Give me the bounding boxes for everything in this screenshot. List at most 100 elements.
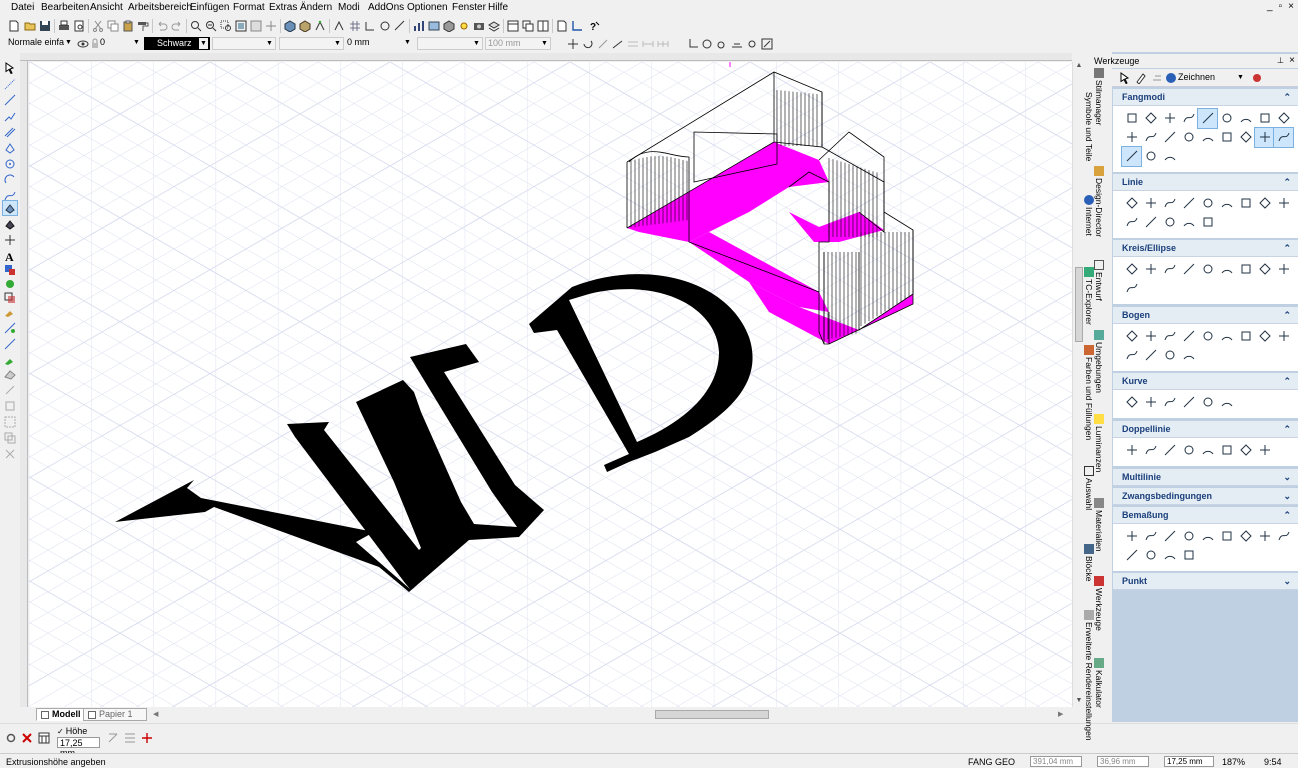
circle-tool-6-icon[interactable]: [1217, 260, 1236, 279]
arc-tool-12-icon[interactable]: [1160, 346, 1179, 365]
curve-tool-1-icon[interactable]: [1122, 393, 1141, 412]
redraw-icon[interactable]: [249, 19, 263, 33]
circle-tool-icon[interactable]: [3, 157, 17, 171]
dimension-tool-12-icon[interactable]: [1160, 546, 1179, 565]
double-line-tool-7-icon[interactable]: [1236, 441, 1255, 460]
rectangle-tool-icon[interactable]: [3, 141, 17, 155]
query-icon[interactable]: [745, 37, 759, 51]
snap-mode-19-icon[interactable]: [1121, 146, 1142, 167]
panel-edit-icon[interactable]: [1134, 71, 1148, 85]
solid-tool-icon[interactable]: [3, 217, 17, 231]
cancel-icon[interactable]: [20, 731, 34, 745]
section-header-zwangsbedingungen[interactable]: Zwangsbedingungen ⌄: [1113, 488, 1298, 505]
line-tool-10-icon[interactable]: [1122, 213, 1141, 232]
line-tool-11-icon[interactable]: [1141, 213, 1160, 232]
zoom-extents-icon[interactable]: [234, 19, 248, 33]
dimension-icon[interactable]: [641, 37, 655, 51]
menu-einfuegen[interactable]: Einfügen: [190, 2, 229, 13]
arc-tool-icon[interactable]: [3, 173, 17, 187]
split-view-icon[interactable]: [536, 19, 550, 33]
dimension-tool-4-icon[interactable]: [1179, 527, 1198, 546]
snap-mode-18-icon[interactable]: [1273, 127, 1294, 148]
line-tool-6-icon[interactable]: [1217, 194, 1236, 213]
scroll-right-icon[interactable]: ▶: [1058, 710, 1063, 718]
arc-tool-6-icon[interactable]: [1217, 327, 1236, 346]
menu-modi[interactable]: Modi: [338, 2, 360, 13]
light-icon[interactable]: [457, 19, 471, 33]
calculator-icon[interactable]: [37, 731, 51, 745]
window-cascade-icon[interactable]: [521, 19, 535, 33]
zoom-in-icon[interactable]: [189, 19, 203, 33]
circle-tool-9-icon[interactable]: [1274, 260, 1293, 279]
snap-mode-14-icon[interactable]: [1198, 128, 1217, 147]
snap-mode-20-icon[interactable]: [1141, 147, 1160, 166]
section-header-kurve[interactable]: Kurve ⌃: [1113, 373, 1298, 390]
edit-points-icon[interactable]: [760, 37, 774, 51]
panel-hand-icon[interactable]: [1150, 71, 1164, 85]
horizontal-scroll-thumb[interactable]: [655, 710, 769, 719]
spacing-select[interactable]: 100 mm ▼: [485, 37, 551, 50]
menu-format[interactable]: Format: [233, 2, 265, 13]
solid-icon[interactable]: [442, 19, 456, 33]
circle-tool-1-icon[interactable]: [1122, 260, 1141, 279]
help-context-icon[interactable]: ?: [588, 19, 602, 33]
section-header-kreis[interactable]: Kreis/Ellipse ⌃: [1113, 240, 1298, 257]
chart-icon[interactable]: [412, 19, 426, 33]
window-tile-icon[interactable]: [506, 19, 520, 33]
snap-mode-11-icon[interactable]: [1141, 128, 1160, 147]
arc-tool-13-icon[interactable]: [1179, 346, 1198, 365]
tab-papier-1[interactable]: Papier 1: [83, 708, 147, 721]
sidetab-luminanzen[interactable]: Luminanzen: [1088, 414, 1110, 472]
collapse-icon[interactable]: ⌃: [1283, 507, 1291, 524]
fill-select[interactable]: ▼: [417, 37, 483, 50]
dimension-tool-9-icon[interactable]: [1274, 527, 1293, 546]
group-tool-icon[interactable]: [3, 291, 17, 305]
menu-extras[interactable]: Extras: [269, 2, 297, 13]
curve-tool-6-icon[interactable]: [1217, 393, 1236, 412]
zoom-level[interactable]: 187%: [1222, 757, 1245, 767]
snap-mode-13-icon[interactable]: [1179, 128, 1198, 147]
menu-datei[interactable]: Datei: [11, 2, 34, 13]
new-file-icon[interactable]: [7, 19, 21, 33]
double-line-tool-1-icon[interactable]: [1122, 441, 1141, 460]
menu-arbeitsbereich[interactable]: Arbeitsbereich: [128, 2, 192, 13]
clip-tool-icon[interactable]: [3, 447, 17, 461]
pan-icon[interactable]: [264, 19, 278, 33]
double-line-tool-5-icon[interactable]: [1198, 441, 1217, 460]
collapse-icon[interactable]: ⌃: [1283, 373, 1291, 390]
symbol-tool-icon[interactable]: [3, 277, 17, 291]
menu-optionen[interactable]: Optionen: [407, 2, 448, 13]
section-header-linie[interactable]: Linie ⌃: [1113, 174, 1298, 191]
double-line-tool-2-icon[interactable]: [1141, 441, 1160, 460]
axis-icon[interactable]: [570, 19, 584, 33]
collapse-icon[interactable]: ⌃: [1283, 240, 1291, 257]
circle-tool-7-icon[interactable]: [1236, 260, 1255, 279]
line-tool-icon[interactable]: [3, 93, 17, 107]
line-tool-8-icon[interactable]: [1255, 194, 1274, 213]
print-icon[interactable]: [57, 19, 71, 33]
fill-tool-icon[interactable]: [3, 353, 17, 367]
panel-select-icon[interactable]: [1118, 71, 1132, 85]
rotate-icon[interactable]: [581, 37, 595, 51]
coord-y-field[interactable]: 36,96 mm: [1097, 756, 1149, 767]
double-line-tool-4-icon[interactable]: [1179, 441, 1198, 460]
minimize-button[interactable]: _: [1267, 1, 1273, 12]
direction-icon[interactable]: [140, 731, 154, 745]
array-icon[interactable]: [626, 37, 640, 51]
sidetab-internet[interactable]: Internet: [1078, 195, 1100, 236]
move-icon[interactable]: [566, 37, 580, 51]
dimension-chain-icon[interactable]: [656, 37, 670, 51]
double-line-tool-3-icon[interactable]: [1160, 441, 1179, 460]
expand-icon[interactable]: ⌄: [1283, 488, 1291, 505]
arc-tool-5-icon[interactable]: [1198, 327, 1217, 346]
pin-icon[interactable]: ⊥: [1277, 54, 1284, 68]
menu-bearbeiten[interactable]: Bearbeiten: [41, 2, 89, 13]
tool-options-icon[interactable]: [4, 731, 18, 745]
collapse-icon[interactable]: ⌃: [1283, 174, 1291, 191]
menu-aendern[interactable]: Ändern: [300, 2, 332, 13]
e-bottom-face-middle[interactable]: [789, 212, 884, 242]
line-tool-5-icon[interactable]: [1198, 194, 1217, 213]
measure-tool-icon[interactable]: [3, 337, 17, 351]
dimension-tool-6-icon[interactable]: [1217, 527, 1236, 546]
line-tool-1-icon[interactable]: [1122, 194, 1141, 213]
